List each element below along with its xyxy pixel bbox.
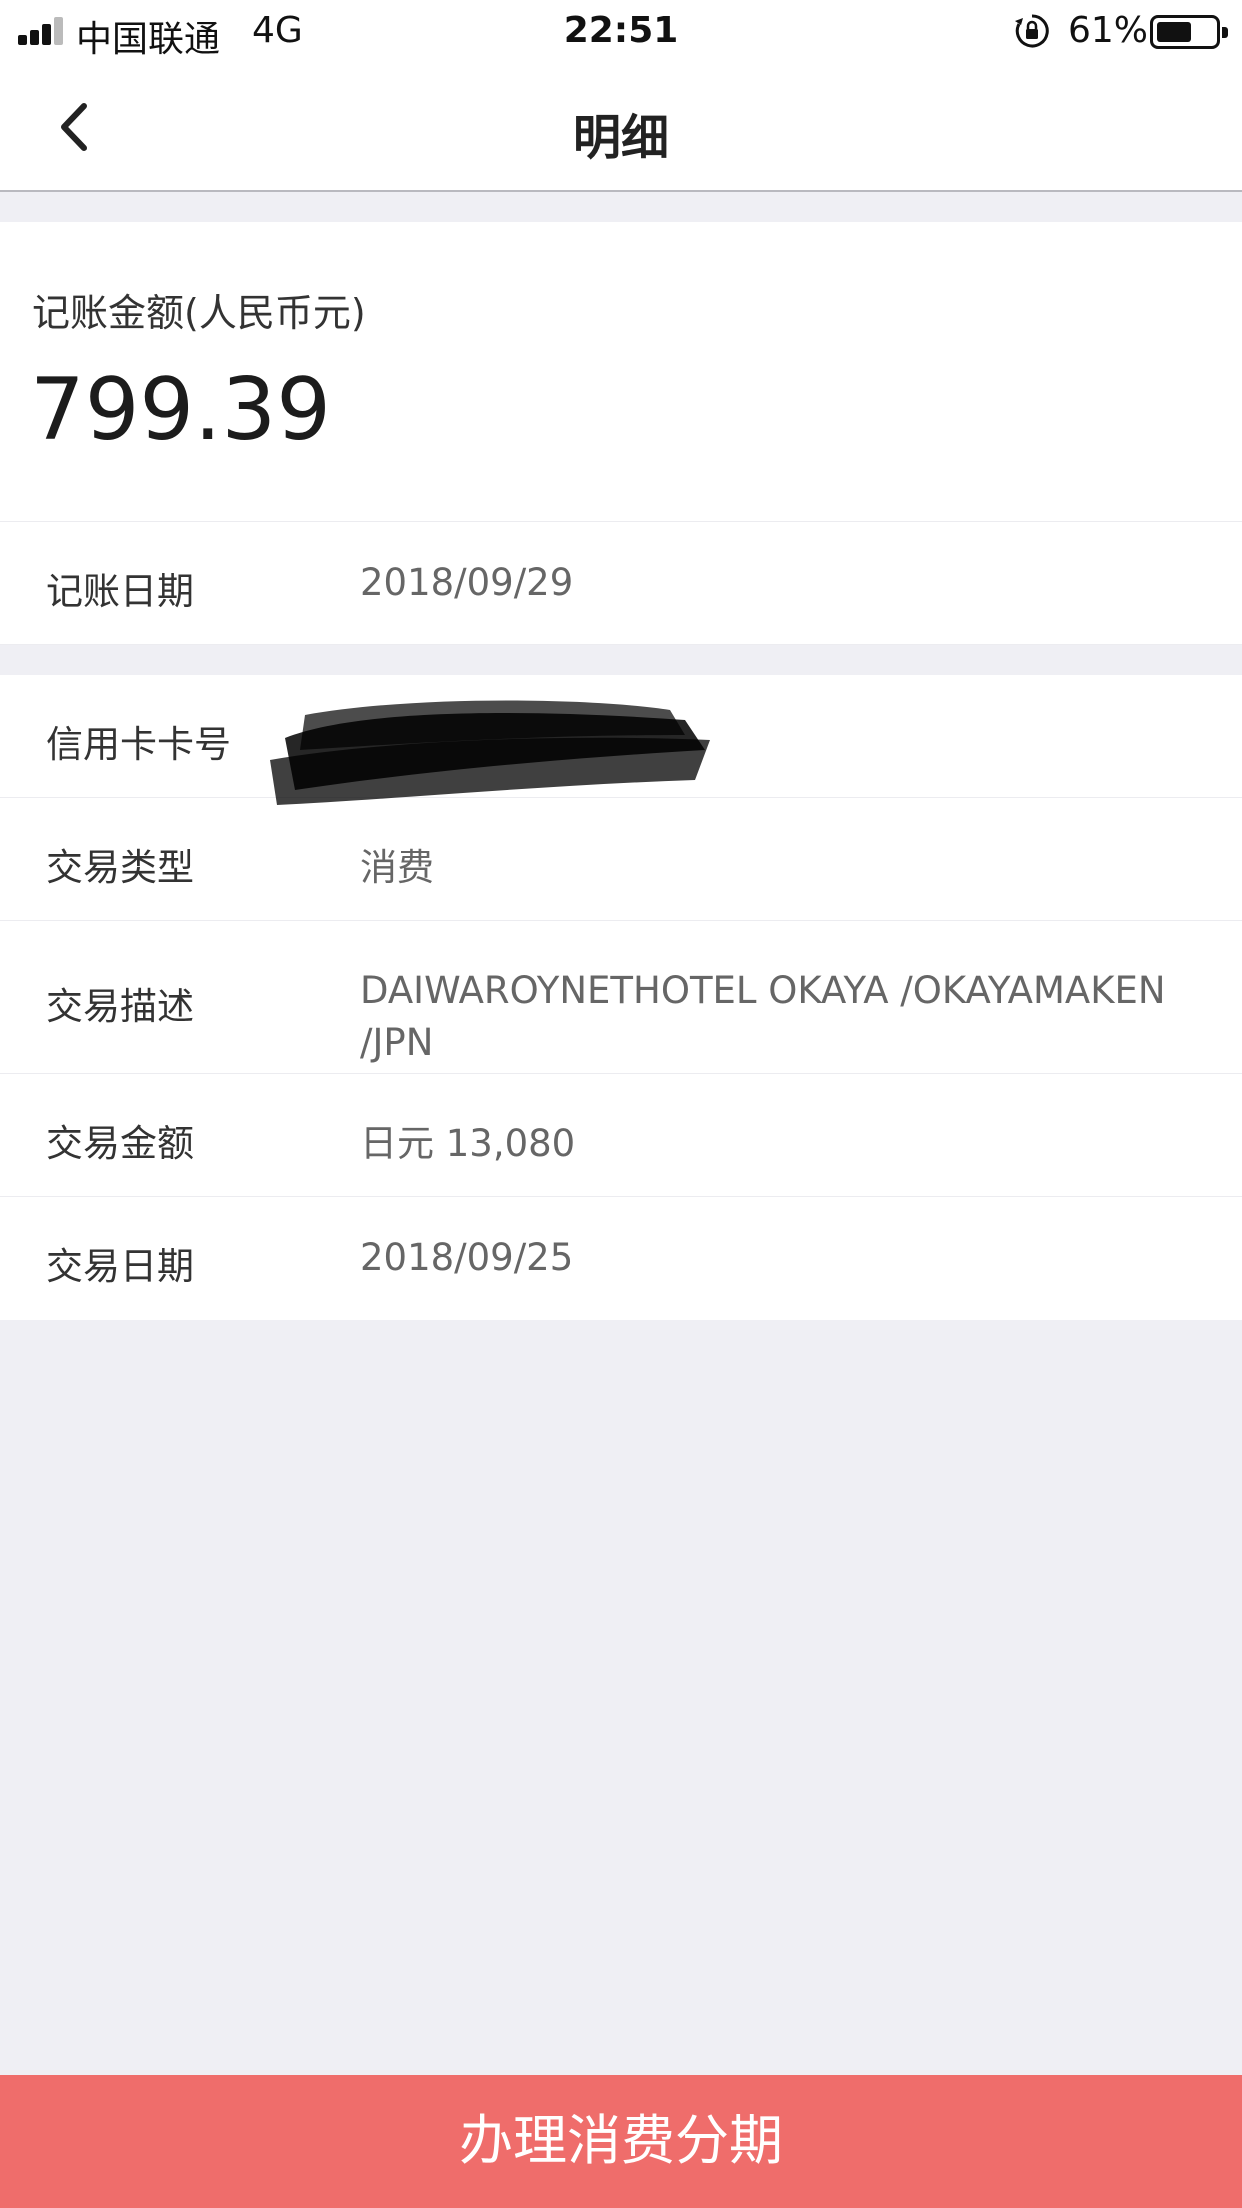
status-time: 22:51: [563, 10, 679, 51]
transaction-date-row: 交易日期 2018/09/25: [0, 1197, 1242, 1320]
posting-date-row: 记账日期 2018/09/29: [0, 522, 1242, 645]
transaction-description-label: 交易描述: [46, 985, 194, 1028]
posting-date-label: 记账日期: [46, 570, 194, 613]
battery-percentage: 61%: [1068, 10, 1149, 51]
transaction-description-value: DAIWAROYNETHOTEL OKAYA /OKAYAMAKEN /JPN: [360, 969, 1166, 1064]
page-title: 明细: [572, 110, 669, 166]
posting-amount-value: 799.39: [30, 360, 331, 460]
card-number-label: 信用卡卡号: [46, 723, 231, 766]
transaction-date-label: 交易日期: [46, 1245, 194, 1288]
transaction-detail-screen: 中国联通 4G 22:51 61% 明细 记账金额(人民币元) 799.39 记…: [0, 0, 1242, 2208]
transaction-type-value: 消费: [360, 846, 434, 889]
posting-amount-card: 记账金额(人民币元) 799.39: [0, 222, 1242, 522]
transaction-date-value: 2018/09/25: [360, 1236, 574, 1279]
transaction-type-row: 交易类型 消费: [0, 798, 1242, 921]
transaction-description-row: 交易描述 DAIWAROYNETHOTEL OKAYA /OKAYAMAKEN …: [0, 921, 1242, 1074]
transaction-amount-value: 日元 13,080: [360, 1122, 576, 1165]
transaction-amount-row: 交易金额 日元 13,080: [0, 1074, 1242, 1197]
posting-amount-label: 记账金额(人民币元): [32, 291, 366, 335]
navigation-bar: 明细: [0, 62, 1242, 192]
installment-button[interactable]: 办理消费分期: [0, 2075, 1242, 2208]
card-number-row: 信用卡卡号: [0, 675, 1242, 798]
status-bar: 中国联通 4G 22:51 61%: [0, 0, 1242, 62]
transaction-type-label: 交易类型: [46, 846, 194, 889]
battery-icon: [1150, 15, 1228, 49]
posting-date-value: 2018/09/29: [360, 561, 574, 604]
rotation-lock-icon: [1015, 14, 1049, 48]
transaction-amount-label: 交易金额: [46, 1122, 194, 1165]
